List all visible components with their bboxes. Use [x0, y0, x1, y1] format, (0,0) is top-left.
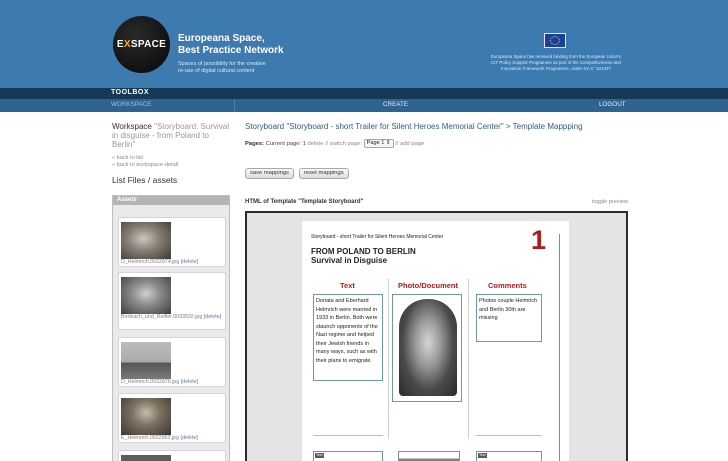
- asset-thumbnail[interactable]: [121, 222, 171, 259]
- page-select[interactable]: Page 1 ⇕: [363, 139, 394, 148]
- eu-funding-note: Europeana Space has received funding fro…: [490, 54, 622, 71]
- site-header: E X SPACE Europeana Space, Best Practice N…: [0, 0, 728, 88]
- assets-panel: Assets D_Helmrich.0032974.jpg [delete] B…: [112, 195, 230, 461]
- toggle-preview-link[interactable]: toggle preview: [592, 199, 628, 205]
- text-drop-zone[interactable]: Text: [313, 451, 383, 461]
- breadcrumb: Storyboard "Storyboard - short Trailer f…: [245, 122, 583, 131]
- comments-drop-zone[interactable]: Text: [476, 451, 542, 461]
- asset-delete-link[interactable]: [delete]: [181, 259, 198, 265]
- eu-flag-icon: [544, 33, 566, 48]
- menu-create[interactable]: CREATE: [383, 101, 408, 108]
- column-comments-heading: Comments: [488, 281, 527, 290]
- menu-divider: [234, 99, 235, 112]
- delete-page-link[interactable]: delete: [308, 141, 324, 147]
- espace-logo[interactable]: E X SPACE: [113, 16, 170, 73]
- page-number: 1: [531, 225, 547, 255]
- column-text-heading: Text: [340, 281, 355, 290]
- comments-drop-zone[interactable]: Photos couple Helmrich and Berlin 30th a…: [476, 294, 542, 342]
- back-to-detail-link[interactable]: « back to workspace-detail: [112, 162, 232, 169]
- save-mappings-button[interactable]: save mappings: [245, 168, 294, 179]
- back-to-list-link[interactable]: « back to list: [112, 155, 232, 162]
- storyboard-title: FROM POLAND TO BERLIN Survival in Disgui…: [311, 247, 416, 265]
- main-menu: WORKSPACE CREATE LOGOUT: [0, 99, 728, 112]
- list-files-heading: List Files / assets: [112, 175, 178, 185]
- storyboard-page: Storyboard - short Trailer for Silent He…: [302, 221, 569, 461]
- menu-workspace[interactable]: WORKSPACE: [111, 101, 151, 108]
- asset-thumbnail[interactable]: [121, 342, 171, 379]
- asset-thumbnail[interactable]: [121, 277, 171, 314]
- brand-title: Europeana Space, Best Practice Network: [178, 33, 284, 56]
- asset-filename: D_Helmrich.0032976.jpg: [121, 379, 180, 385]
- menu-logout[interactable]: LOGOUT: [599, 101, 626, 108]
- photo-drop-zone[interactable]: [392, 294, 462, 402]
- text-drop-zone[interactable]: Donata and Eberhard Helmrich were marrie…: [313, 294, 383, 381]
- storyboard-subtitle: Storyboard - short Trailer for Silent He…: [311, 234, 444, 240]
- asset-filename: Birnbach_und_Reifler.0033592.jpg: [121, 314, 203, 320]
- brand-tagline: Spaces of possibility for the creative r…: [178, 61, 266, 74]
- main-content: Storyboard "Storyboard - short Trailer f…: [245, 122, 628, 205]
- asset-thumbnail[interactable]: [121, 455, 171, 461]
- asset-filename: E_Helmrich.0032963.jpg: [121, 435, 180, 441]
- asset-thumbnail[interactable]: [121, 398, 171, 435]
- asset-filename: D_Helmrich.0032974.jpg: [121, 259, 180, 265]
- page-rule: [559, 234, 560, 461]
- column-photo-heading: Photo/Document: [398, 281, 458, 290]
- back-links: « back to list « back to workspace-detai…: [112, 155, 232, 169]
- asset-card[interactable]: D_Helmrich.0032976.jpg [delete]: [118, 337, 226, 387]
- asset-card[interactable]: Birnbach_und_Reifler.0033592.jpg [delete…: [118, 272, 226, 330]
- toolbox-label: TOOLBOX: [111, 89, 149, 96]
- template-label: HTML of Template "Template Storyboard": [245, 199, 364, 205]
- asset-card[interactable]: E_Helmrich.0032963.jpg [delete]: [118, 393, 226, 443]
- asset-delete-link[interactable]: [delete]: [181, 379, 198, 385]
- reset-mappings-button[interactable]: reset mappings: [299, 168, 349, 179]
- assets-header: Assets: [113, 196, 229, 205]
- add-page-link[interactable]: // add page: [395, 141, 424, 147]
- template-preview: Storyboard - short Trailer for Silent He…: [245, 211, 628, 461]
- sidebar: Workspace "Storyboard: Survival in disgu…: [112, 122, 232, 185]
- asset-delete-link[interactable]: [delete]: [204, 314, 221, 320]
- photo-drop-zone[interactable]: [398, 451, 460, 461]
- portrait-photo: [399, 299, 457, 396]
- pages-line: Pages: Current page: 1 delete // switch …: [245, 139, 425, 148]
- asset-card[interactable]: [118, 450, 226, 461]
- workspace-title: Workspace "Storyboard: Survival in disgu…: [112, 122, 229, 149]
- asset-card[interactable]: D_Helmrich.0032974.jpg [delete]: [118, 217, 226, 267]
- toolbox-bar: TOOLBOX: [0, 88, 728, 99]
- asset-delete-link[interactable]: [delete]: [181, 435, 198, 441]
